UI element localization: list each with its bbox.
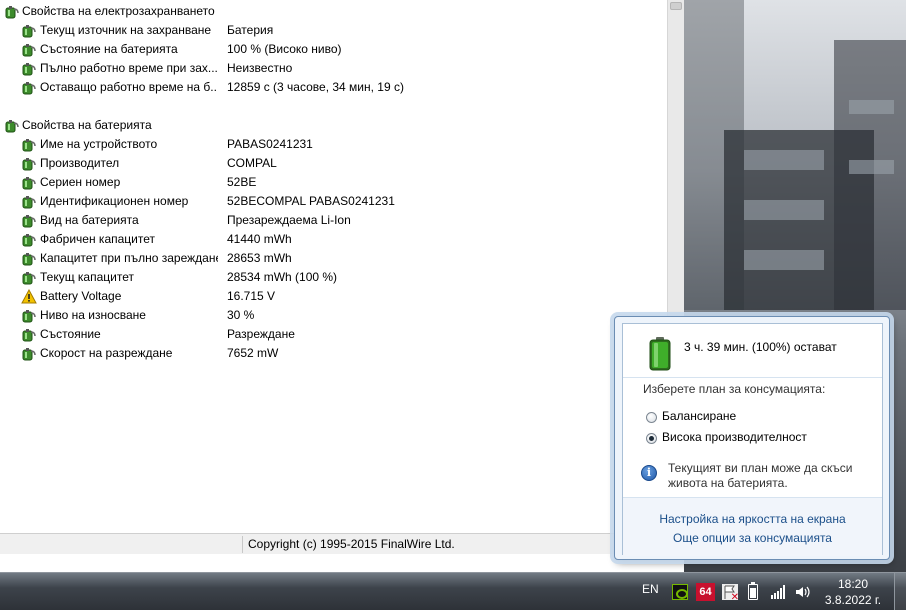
property-label: Вид на батерията — [40, 213, 139, 227]
battery-tree-icon — [21, 251, 37, 267]
property-value: PABAS0241231 — [227, 137, 313, 151]
battery-tree-icon — [21, 270, 37, 286]
property-label: Състояние — [40, 327, 101, 341]
status-cell-left — [0, 536, 242, 553]
battery-flyout-body: 3 ч. 39 мин. (100%) остават Изберете пла… — [622, 323, 883, 556]
battery-icon[interactable] — [748, 582, 758, 600]
property-value: 28534 mWh (100 %) — [227, 270, 338, 284]
clock[interactable]: 18:20 3.8.2022 г. — [820, 576, 886, 608]
property-label: Капацитет при пълно зареждане — [40, 251, 218, 265]
more-power-options-link[interactable]: Още опции за консумацията — [623, 531, 882, 545]
property-value: 52BE — [227, 175, 257, 189]
property-label: Производител — [40, 156, 120, 170]
property-label: Идентификационен номер — [40, 194, 189, 208]
battery-tree-icon — [21, 80, 37, 96]
battery-tree-icon — [21, 308, 37, 324]
property-value: 12859 с (3 часове, 34 мин, 19 с) — [227, 80, 404, 94]
clock-time: 18:20 — [837, 577, 869, 591]
property-value: 30 % — [227, 308, 255, 322]
power-plan-heading: Изберете план за консумацията: — [643, 382, 826, 396]
battery-tree-icon — [21, 232, 37, 248]
section-title: Свойства на електрозахранването — [22, 4, 215, 18]
property-value: Разреждане — [227, 327, 295, 341]
property-label: Сериен номер — [40, 175, 121, 189]
screen-brightness-link[interactable]: Настройка на яркостта на екрана — [623, 512, 882, 526]
battery-tree-icon — [21, 61, 37, 77]
battery-tree-icon — [21, 175, 37, 191]
aida64-window: Свойства на електрозахранването Текущ изт… — [0, 0, 684, 572]
property-value: 52BECOMPAL PABAS0241231 — [227, 194, 395, 208]
battery-tree-icon — [21, 156, 37, 172]
property-label: Ниво на износване — [40, 308, 146, 322]
flyout-footer: Настройка на яркостта на екрана Още опци… — [623, 498, 882, 556]
battery-section-icon — [4, 118, 20, 134]
battery-time-remaining: 3 ч. 39 мин. (100%) остават — [684, 340, 837, 354]
warning-icon — [21, 288, 37, 305]
property-value: 100 % (Високо ниво) — [227, 42, 342, 56]
aida64-icon[interactable]: 64 — [696, 583, 715, 601]
property-value: Батерия — [227, 23, 274, 37]
battery-flyout: 3 ч. 39 мин. (100%) остават Изберете пла… — [614, 316, 890, 560]
language-indicator[interactable]: EN — [642, 582, 659, 596]
property-label: Фабричен капацитет — [40, 232, 156, 246]
property-value: Презареждаема Li-Ion — [227, 213, 351, 227]
plan-high-performance-radio[interactable] — [646, 433, 657, 444]
property-value: 16.715 V — [227, 289, 276, 303]
property-list: Свойства на електрозахранването Текущ изт… — [0, 0, 667, 533]
battery-tree-icon — [21, 23, 37, 39]
scrollbar-thumb[interactable] — [670, 2, 682, 10]
nvidia-icon[interactable] — [672, 584, 688, 600]
flyout-separator — [623, 377, 882, 378]
volume-icon[interactable] — [794, 584, 810, 600]
plan-balanced-radio[interactable] — [646, 412, 657, 423]
plan-high-performance-label[interactable]: Висока производителност — [662, 430, 807, 444]
clock-date: 3.8.2022 г. — [824, 593, 882, 607]
show-desktop-button[interactable] — [894, 573, 906, 610]
property-label: Текущ източник на захранване — [40, 23, 212, 37]
section-title: Свойства на батерията — [22, 118, 152, 132]
property-value: 7652 mW — [227, 346, 279, 360]
battery-tree-icon — [21, 213, 37, 229]
property-label: Състояние на батерията — [40, 42, 178, 56]
power-section-icon — [4, 4, 20, 20]
status-bar: Copyright (c) 1995-2015 FinalWire Ltd. — [0, 533, 684, 554]
info-icon: i — [641, 465, 657, 481]
plan-info-text: Текущият ви план може да скъси живота на… — [668, 461, 853, 490]
property-label: Пълно работно време при зах... — [40, 61, 218, 75]
property-label: Оставащо работно време на б... — [40, 80, 218, 94]
plan-balanced-label[interactable]: Балансиране — [662, 409, 736, 423]
property-label: Скорост на разреждане — [40, 346, 173, 360]
action-center-flag-icon[interactable] — [722, 584, 739, 603]
property-label: Текущ капацитет — [40, 270, 134, 284]
taskbar: EN 64 18:20 3.8.2022 г. — [0, 572, 906, 610]
property-label: Battery Voltage — [40, 289, 122, 303]
property-label: Име на устройството — [40, 137, 158, 151]
network-signal-icon[interactable] — [770, 584, 786, 600]
battery-tree-icon — [21, 327, 37, 343]
property-value: Неизвестно — [227, 61, 293, 75]
property-value: 28653 mWh — [227, 251, 292, 265]
property-value: 41440 mWh — [227, 232, 292, 246]
property-value: COMPAL — [227, 156, 277, 170]
battery-tree-icon — [21, 137, 37, 153]
battery-tree-icon — [21, 42, 37, 58]
battery-large-icon — [649, 337, 671, 371]
window-bottom-area — [0, 554, 684, 572]
battery-tree-icon — [21, 194, 37, 210]
battery-tree-icon — [21, 346, 37, 362]
